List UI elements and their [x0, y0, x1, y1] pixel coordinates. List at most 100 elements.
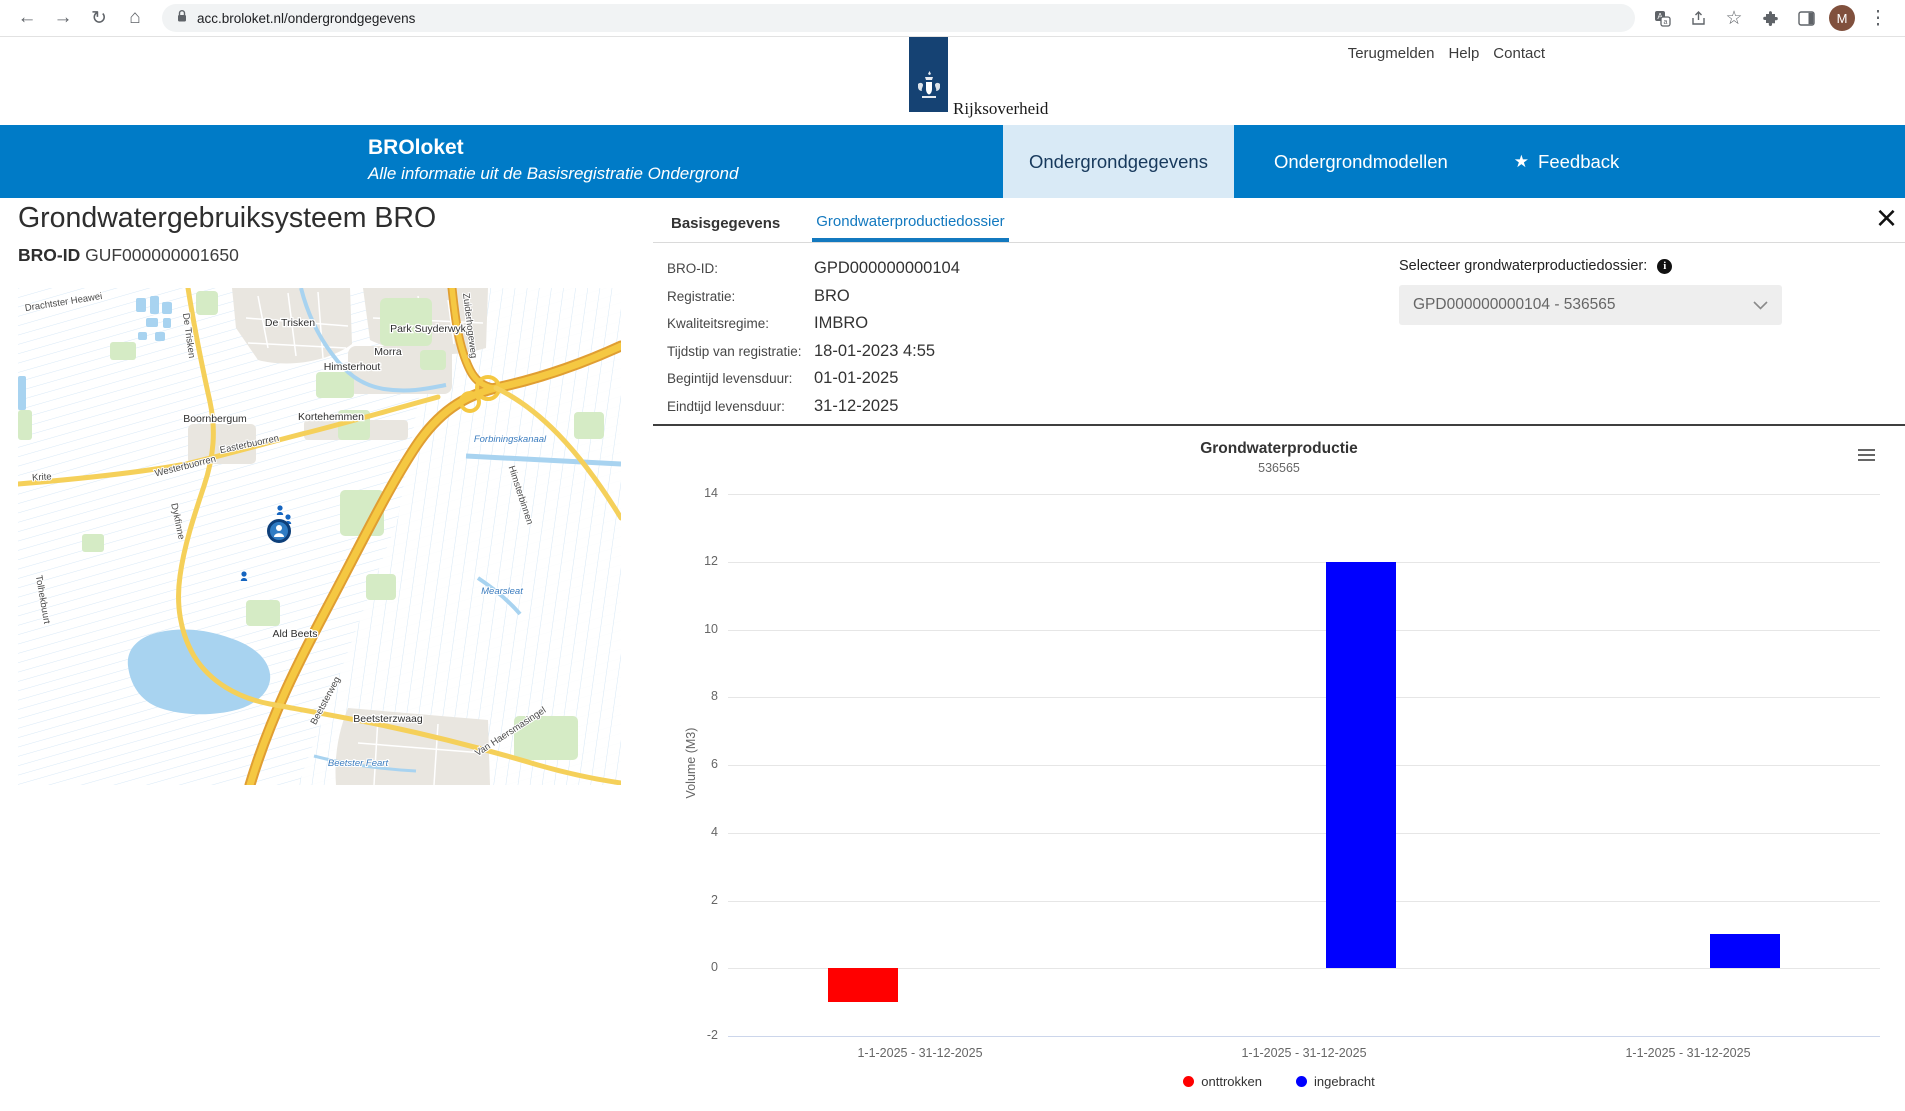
brand-tagline: Alle informatie uit de Basisregistratie … [368, 164, 738, 184]
url-text: acc.broloket.nl/ondergrondgegevens [197, 11, 415, 26]
profile-avatar[interactable]: M [1829, 5, 1855, 31]
feedback-star-icon: ★ [1514, 152, 1529, 172]
basis-fields: BRO-ID: GPD000000000104 Registratie: BRO… [667, 255, 960, 420]
cluster-marker[interactable] [269, 521, 290, 542]
y-tick-label: 2 [678, 893, 718, 907]
field-row: Eindtijd levensduur: 31-12-2025 [667, 393, 960, 421]
selector-label: Selecteer grondwaterproductiedossier: [1399, 258, 1647, 274]
broloket-brand[interactable]: BROloket Alle informatie uit de Basisreg… [368, 136, 738, 184]
map-label: Kortehemmen [298, 411, 364, 423]
gridline [728, 1036, 1880, 1037]
map-label: Forbiningskanaal [474, 434, 547, 445]
gridline [728, 630, 1880, 631]
browser-menu-icon[interactable]: ⋮ [1861, 2, 1895, 34]
rijksoverheid-crest-icon [914, 68, 944, 112]
browser-toolbar: ← → ↻ ⌂ acc.broloket.nl/ondergrondgegeve… [0, 0, 1905, 37]
map-label: Mearsleat [481, 586, 523, 597]
svg-text:a: a [1663, 19, 1667, 26]
dossier-selector: Selecteer grondwaterproductiedossier: i … [1399, 258, 1782, 325]
y-tick-label: 4 [678, 825, 718, 839]
address-bar[interactable]: acc.broloket.nl/ondergrondgegevens [162, 4, 1635, 32]
sidepanel-icon[interactable] [1789, 2, 1823, 34]
dossier-select-value: GPD000000000104 - 536565 [1413, 296, 1616, 314]
bro-id-value: GUF000000001650 [85, 245, 239, 265]
map-label: Boornbergum [183, 413, 247, 425]
x-category-label: 1-1-2025 - 31-12-2025 [1538, 1046, 1838, 1060]
location-map[interactable]: Drachtster HeaweiDe TriskenDe TriskenPar… [18, 288, 621, 785]
gridline [728, 901, 1880, 902]
x-category-label: 1-1-2025 - 31-12-2025 [770, 1046, 1070, 1060]
map-canvas[interactable]: Drachtster HeaweiDe TriskenDe TriskenPar… [18, 288, 621, 785]
nav-tab-ondergrondgegevens[interactable]: Ondergrondgegevens [1003, 125, 1234, 198]
link-terugmelden[interactable]: Terugmelden [1348, 45, 1435, 62]
brand-title: BROloket [368, 136, 738, 160]
chart-menu-icon[interactable] [1858, 446, 1875, 464]
rijksoverheid-logo[interactable] [909, 37, 948, 112]
bro-id-label: BRO-ID [18, 245, 80, 265]
site-header: Terugmelden Help Contact Rijksoverheid [0, 37, 1905, 125]
extensions-puzzle-icon[interactable] [1753, 2, 1787, 34]
forward-icon[interactable]: → [46, 2, 80, 34]
nav-tabs: Ondergrondgegevens Ondergrondmodellen ★ … [1003, 125, 1645, 198]
bro-id-line: BRO-ID GUF000000001650 [18, 245, 239, 266]
chevron-down-icon [1753, 301, 1768, 310]
home-icon[interactable]: ⌂ [118, 2, 152, 34]
link-help[interactable]: Help [1448, 45, 1479, 62]
dossier-select[interactable]: GPD000000000104 - 536565 [1399, 285, 1782, 325]
grondwaterproductie-chart: Grondwaterproductie 536565 Volume (M3) 1… [653, 438, 1905, 1100]
map-label: Beetster Feart [328, 758, 389, 769]
chart-title: Grondwaterproductie [653, 440, 1905, 458]
y-tick-label: 6 [678, 757, 718, 771]
bookmark-star-icon[interactable]: ☆ [1717, 2, 1751, 34]
map-label: Morra [374, 346, 402, 358]
gridline [728, 697, 1880, 698]
y-tick-label: 8 [678, 689, 718, 703]
map-label: Ald Beets [273, 628, 318, 640]
lock-icon [176, 9, 188, 28]
y-tick-label: 10 [678, 622, 718, 636]
browser-actions: Aa ☆ M ⋮ [1645, 2, 1895, 34]
main-content: Grondwatergebruiksysteem BRO BRO-ID GUF0… [0, 198, 1905, 1111]
bar-ingebracht[interactable] [1326, 562, 1396, 969]
legend-marker-icon [1296, 1076, 1307, 1087]
section-divider [653, 424, 1905, 426]
gridline [728, 562, 1880, 563]
tab-grondwaterproductiedossier[interactable]: Grondwaterproductiedossier [812, 205, 1008, 242]
map-label: Krite [32, 471, 52, 483]
rijksoverheid-logo-text: Rijksoverheid [953, 99, 1048, 119]
field-row: Tijdstip van registratie: 18-01-2023 4:5… [667, 338, 960, 366]
field-row: Begintijd levensduur: 01-01-2025 [667, 365, 960, 393]
link-contact[interactable]: Contact [1493, 45, 1545, 62]
back-icon[interactable]: ← [10, 2, 44, 34]
legend-item-onttrokken[interactable]: onttrokken [1183, 1074, 1262, 1089]
gridline [728, 494, 1880, 495]
chart-subtitle: 536565 [653, 461, 1905, 475]
translate-icon[interactable]: Aa [1645, 2, 1679, 34]
close-icon[interactable]: × [1876, 198, 1897, 238]
tab-basisgegevens[interactable]: Basisgegevens [667, 205, 784, 242]
share-icon[interactable] [1681, 2, 1715, 34]
field-row: Registratie: BRO [667, 283, 960, 311]
nav-tab-feedback-label: Feedback [1538, 151, 1619, 173]
y-tick-label: -2 [678, 1028, 718, 1042]
nav-tab-ondergrondmodellen[interactable]: Ondergrondmodellen [1248, 125, 1474, 198]
bar-onttrokken[interactable] [828, 968, 898, 1002]
map-label: De Trisken [265, 317, 315, 329]
nav-tab-feedback[interactable]: ★ Feedback [1488, 125, 1646, 198]
y-tick-label: 14 [678, 486, 718, 500]
gridline [728, 968, 1880, 969]
map-label: Beetsterzwaag [353, 713, 423, 725]
panel-tabs: Basisgegevens Grondwaterproductiedossier [653, 205, 1905, 243]
map-label: Himsterhout [324, 361, 381, 373]
legend-item-ingebracht[interactable]: ingebracht [1296, 1074, 1375, 1089]
gridline [728, 765, 1880, 766]
legend-label: onttrokken [1201, 1074, 1262, 1089]
chart-legend: onttrokken ingebracht [653, 1074, 1905, 1089]
field-row: BRO-ID: GPD000000000104 [667, 255, 960, 283]
bar-ingebracht[interactable] [1710, 934, 1780, 968]
reload-icon[interactable]: ↻ [82, 2, 116, 34]
info-icon[interactable]: i [1657, 259, 1672, 274]
x-category-label: 1-1-2025 - 31-12-2025 [1154, 1046, 1454, 1060]
header-links: Terugmelden Help Contact [1348, 45, 1545, 62]
legend-label: ingebracht [1314, 1074, 1375, 1089]
